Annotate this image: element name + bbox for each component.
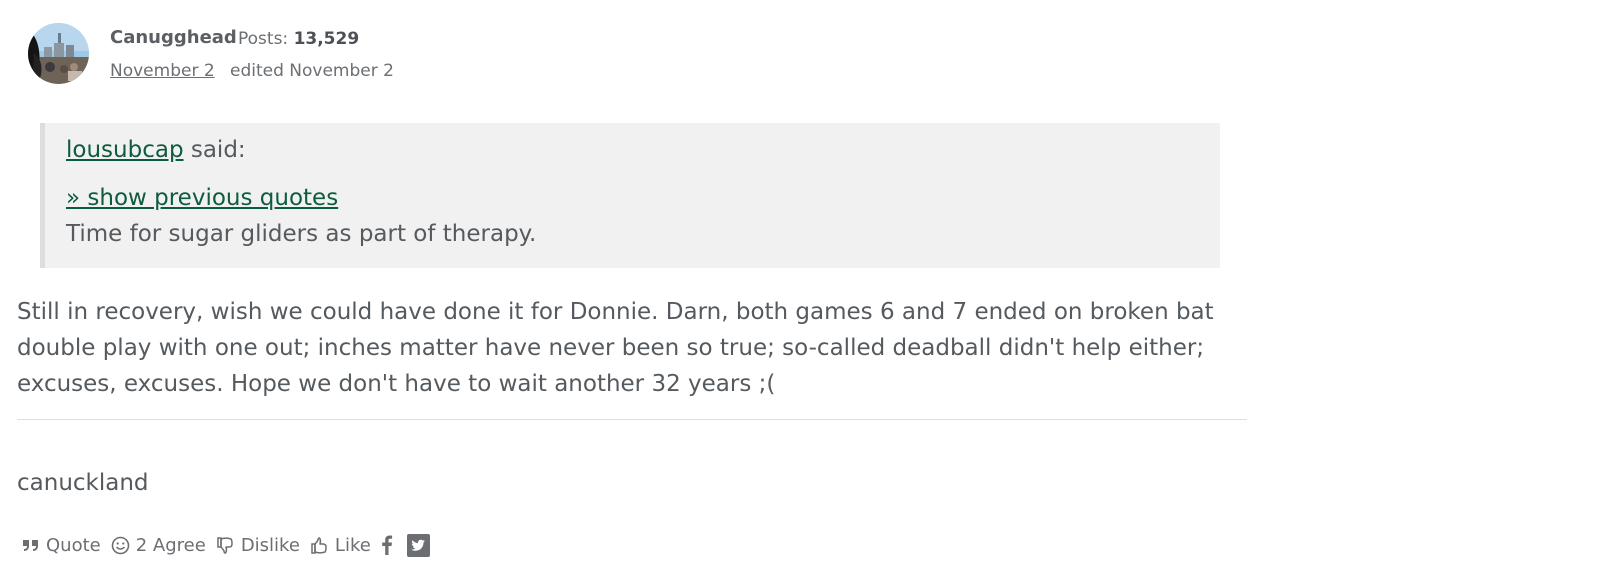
quote-said-label: said:: [183, 137, 246, 163]
avatar[interactable]: [28, 23, 89, 84]
twitter-share-button[interactable]: [406, 533, 430, 557]
post-date-link[interactable]: November 2: [110, 61, 215, 81]
author-name[interactable]: Canugghead: [110, 27, 237, 48]
posts-count: 13,529: [293, 29, 360, 49]
show-previous-quotes-link[interactable]: » show previous quotes: [66, 185, 338, 211]
signature-divider: [17, 419, 1247, 420]
quote-attribution: lousubcap said:: [66, 137, 246, 163]
signature: canuckland: [17, 470, 149, 496]
facebook-icon: [382, 535, 392, 555]
agree-label: 2 Agree: [135, 534, 206, 556]
post-body: Still in recovery, wish we could have do…: [17, 299, 1214, 397]
quote-button[interactable]: Quote: [22, 535, 101, 556]
facebook-share-button[interactable]: [381, 535, 393, 555]
dislike-button[interactable]: Dislike: [216, 535, 300, 556]
post-count: Posts: 13,529: [238, 29, 359, 49]
like-label: Like: [334, 534, 371, 556]
reaction-bar: Quote 2 Agree Dislike Like: [22, 532, 444, 558]
thumbs-down-icon: [217, 536, 233, 554]
quote-label: Quote: [46, 534, 101, 556]
smiley-icon: [111, 536, 130, 554]
twitter-icon: [406, 533, 430, 557]
edited-label: edited November 2: [230, 61, 394, 81]
dislike-label: Dislike: [240, 534, 300, 556]
posts-label: Posts:: [238, 29, 289, 49]
thumbs-up-icon: [311, 536, 327, 554]
quote-author-link[interactable]: lousubcap: [66, 137, 184, 163]
quote-icon: [23, 540, 38, 551]
like-button[interactable]: Like: [310, 535, 371, 556]
quote-block: lousubcap said: » show previous quotes T…: [40, 123, 1220, 268]
quote-text: Time for sugar gliders as part of therap…: [66, 221, 537, 247]
agree-button[interactable]: 2 Agree: [111, 535, 206, 556]
